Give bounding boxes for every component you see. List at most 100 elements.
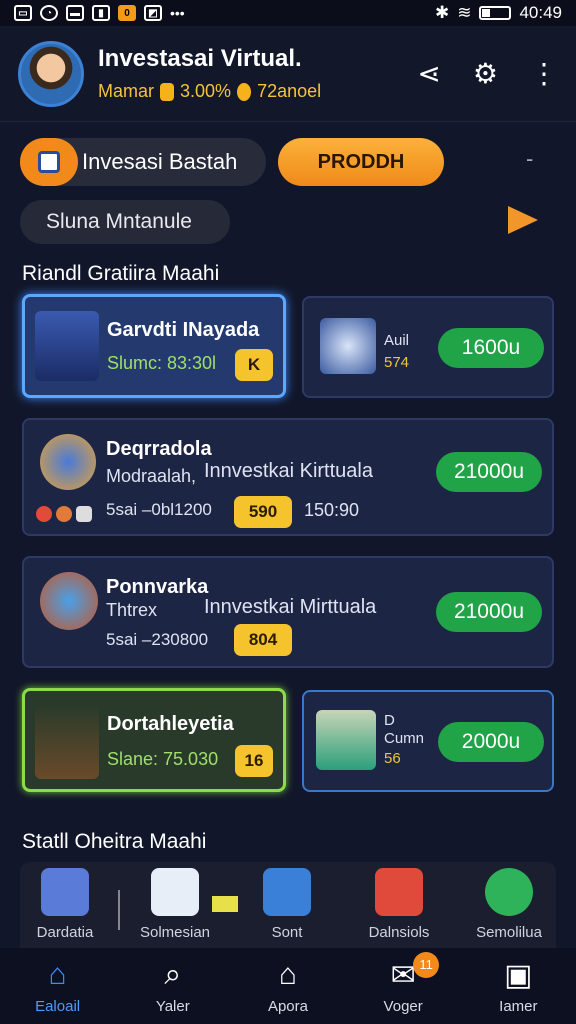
buy-button[interactable]: 21000u [436,452,542,492]
bag-icon [20,138,78,186]
quick-action-solmesian[interactable]: Solmesian [130,868,220,941]
header-stat-name: Mamar [98,81,155,101]
card-score: Slumc: 83:30l [107,353,217,373]
buy-button[interactable]: 2000u [438,722,544,762]
status-badge: 590 [234,496,292,528]
image-icon: ◩ [144,5,162,21]
nav-label: Ealoail [35,997,81,1015]
nav-search[interactable]: ⌕ Yaler [123,958,223,1015]
app-header: Investasai Virtual. Mamar 3.00% 72anoel … [0,26,576,122]
bluetooth-icon: ✱ [434,3,450,22]
card-title: Ponnvarka [106,576,209,598]
status-badge: K [235,349,273,381]
card-amount: 5sai –0bl1200 [106,500,212,519]
wifi-icon: ≋ [457,3,472,22]
quick-action-sont[interactable]: Sont [242,868,332,941]
battery-icon [479,6,512,20]
card-description: Innvestkai Kirttuala [204,460,373,482]
nav-label: Yaler [155,997,190,1015]
dice-icon [212,896,238,912]
card-small-label: Auil [384,332,410,349]
investment-card-4[interactable]: Ponnvarka Thtrex Innvestkai Mirttuala 5s… [22,556,554,668]
investment-tab-button[interactable]: Invesasi Bastah [20,138,266,186]
chart-icon [263,868,311,916]
quick-action-semolilua[interactable]: Semolilua [464,868,554,941]
home-icon: ⌂ [48,957,67,991]
quick-action-dalnsiols[interactable]: Dalnsiols [354,868,444,941]
gear-icon[interactable]: ⚙ [473,57,498,90]
graduate-avatar [35,311,99,381]
card-subtitle: Thtrex [106,600,158,620]
bottom-nav: ⌂ Ealoail ⌕ Yaler ⌂ Apora ✉ 11 Voger ▣ I… [0,948,576,1024]
coin-icon [237,82,252,101]
investment-card-6[interactable]: D Cumn 56 2000u [302,690,554,792]
treasure-box-icon [41,868,89,916]
investment-card-2[interactable]: Auil 574 1600u [302,296,554,398]
page-title: Investasai Virtual. [98,45,302,72]
quick-action-dardatia[interactable]: Dardatia [20,868,110,941]
buy-button[interactable]: 1600u [438,328,544,368]
card-score: Slane: 75.030 [107,749,219,769]
header-stat-value: 72anoel [257,81,322,101]
ledger-icon [316,710,376,770]
clock: 40:49 [519,3,562,22]
status-badge: 16 [235,745,273,777]
nav-messages[interactable]: ✉ 11 Voger [353,951,453,1015]
nav-label: Apora [267,997,308,1015]
nav-label: Voger [383,997,423,1015]
musician-avatar [35,705,99,779]
signal-icon: ▮ [92,5,110,21]
product-button[interactable]: PRODDH [278,138,444,186]
sd-card-icon: ▭ [14,5,32,21]
buy-button[interactable]: 21000u [436,592,542,632]
gallery-icon: ▣ [504,958,533,992]
status-bar: ▭ ◔ ▬ ▮ 0 ◩ ••• ✱ ≋ 40:49 [0,0,576,26]
divider [118,890,120,930]
card-title: Deqrradola [106,438,212,460]
orange-dot-icon [56,506,72,522]
more-vert-icon[interactable]: ⋮ [530,57,558,90]
gift-icon [375,868,423,916]
message-icon: ▬ [66,5,84,21]
status-badge: 804 [234,624,292,656]
investment-tab-label: Invesasi Bastah [82,149,238,174]
card-small-label: D [384,712,395,729]
share-icon[interactable]: ⋖ [417,57,440,90]
card-title: Garvdti INayada [107,319,260,341]
shield-icon [40,434,96,490]
gray-dot-icon [76,506,92,522]
quick-action-label: Semolilua [476,924,542,941]
play-icon[interactable] [508,206,538,234]
investment-card-3[interactable]: Deqrradola Modraalah, Innvestkai Kirttua… [22,418,554,536]
document-icon [151,868,199,916]
app-badge-icon: 0 [118,5,136,21]
nav-apora[interactable]: ⌂ Apora [238,958,338,1015]
nav-gallery[interactable]: ▣ Iamer [468,958,568,1015]
nav-label: Iamer [499,997,538,1015]
card-small-value: 56 [384,750,401,767]
more-dots-icon: ••• [170,5,185,21]
investment-card-1[interactable]: Garvdti INayada Slumc: 83:30l K [22,294,286,398]
quick-action-label: Dardatia [36,924,94,941]
investment-card-5[interactable]: Dortahleyetia Slane: 75.030 16 [22,688,286,792]
globe-icon [40,572,98,630]
coin-icon [160,82,175,101]
card-amount: 5sai –230800 [106,630,209,649]
notification-badge: 11 [413,951,440,978]
quick-actions-grid: Dardatia Solmesian Sont Dalnsiols Semoli… [20,862,556,948]
avatar[interactable] [18,40,84,107]
card-subtitle: Modraalah, [106,466,197,486]
header-stat-percent: 3.00% [180,81,232,101]
card-title: Dortahleyetia [107,713,234,735]
red-dot-icon [36,506,52,522]
header-stats: Mamar 3.00% 72anoel [98,81,321,102]
card-small-value: 574 [384,354,410,371]
house-icon: ⌂ [278,957,298,991]
card-extra-value: 150:90 [304,500,360,520]
minimize-dash[interactable]: - [526,146,533,172]
quick-action-label: Dalnsiols [368,924,430,941]
filter-chip[interactable]: Sluna Mntanule [20,200,230,244]
chat-bot-icon [485,868,533,916]
tools-icon [320,318,376,374]
nav-home[interactable]: ⌂ Ealoail [8,958,108,1015]
